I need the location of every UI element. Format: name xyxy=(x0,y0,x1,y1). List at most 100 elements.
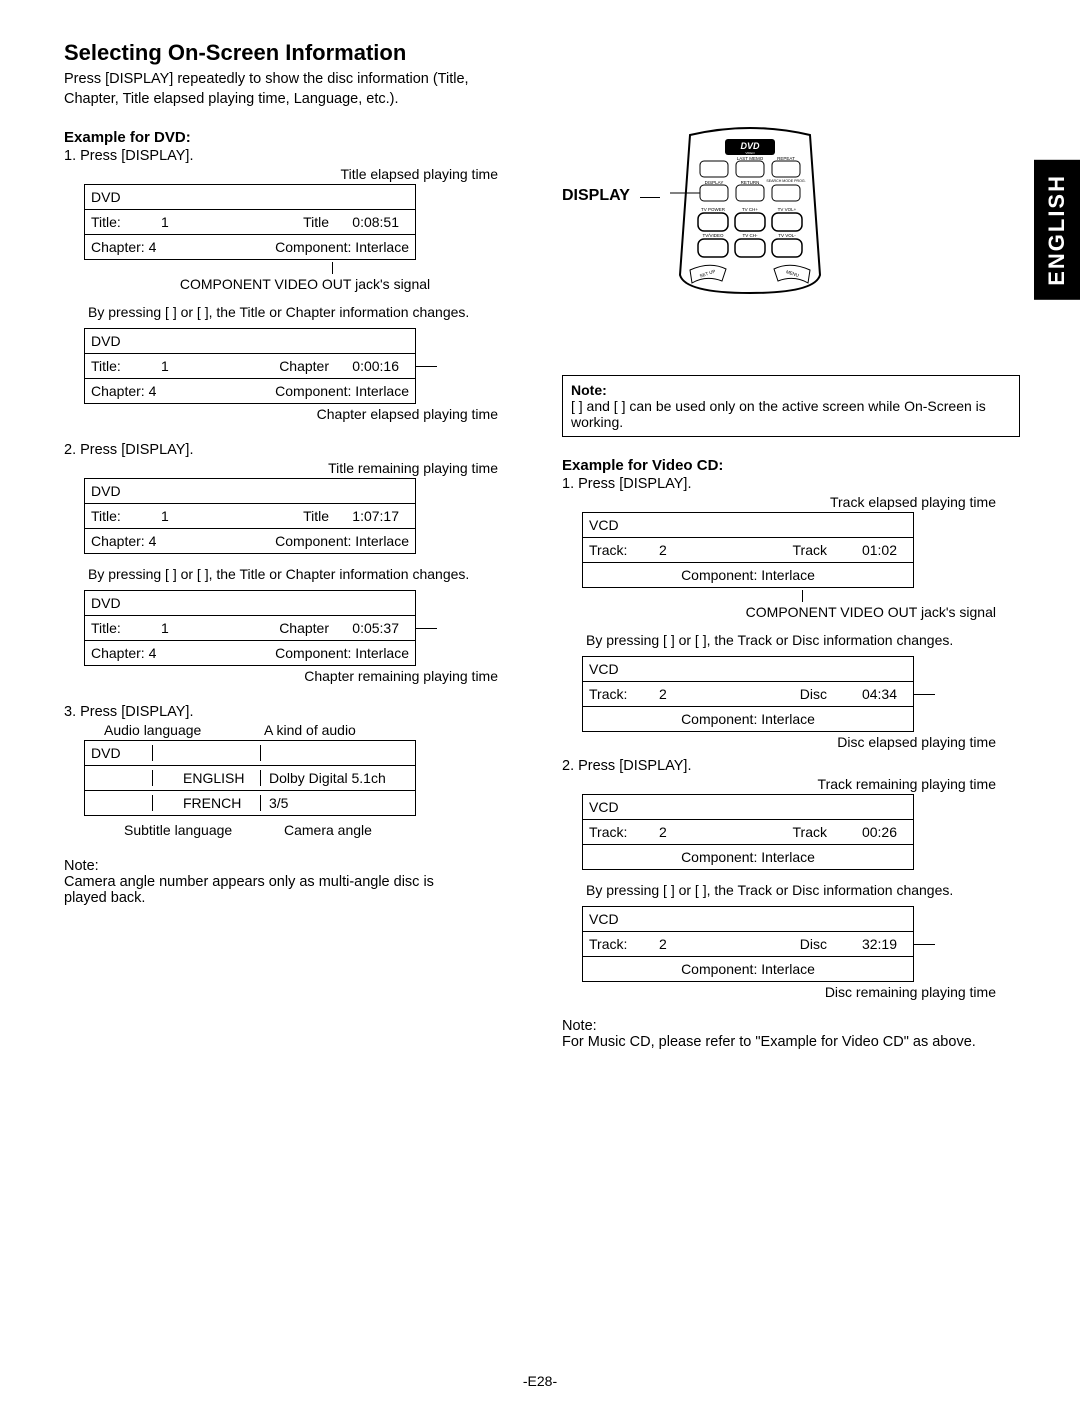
osd-title-label: Title: xyxy=(91,508,161,524)
dvd-osd-4: DVD Title: 1 Chapter 0:05:37 Chapter: 4 … xyxy=(84,590,416,666)
osd-component: Component: Interlace xyxy=(583,844,913,869)
osd-chapter: Chapter: 4 xyxy=(91,533,191,549)
osd-chapter: Chapter: 4 xyxy=(91,383,191,399)
osd-title-label: Title: xyxy=(91,358,161,374)
dvd-osd-5: DVD ENGLISH Dolby Digital 5.1ch FRENCH 3… xyxy=(84,740,416,816)
osd-disc-type: DVD xyxy=(91,483,131,499)
osd-time: 04:34 xyxy=(827,686,907,702)
osd-track-num: 2 xyxy=(659,824,699,840)
dvd-step-1: 1. Press [DISPLAY]. xyxy=(64,148,522,164)
dvd-bypress-2: By pressing [ ] or [ ], the Title or Cha… xyxy=(88,566,522,582)
osd-audio-kind: Dolby Digital 5.1ch xyxy=(260,770,409,786)
svg-text:LAST MEMO: LAST MEMO xyxy=(737,156,764,161)
osd-title-num: 1 xyxy=(161,358,201,374)
vcd-osd-3: VCD Track: 2 Track 00:26 Component: Inte… xyxy=(582,794,914,870)
osd-track-label: Track: xyxy=(589,686,659,702)
osd-component: Component: Interlace xyxy=(191,383,409,399)
note-body: [ ] and [ ] can be used only on the acti… xyxy=(571,398,1011,430)
osd-track-num: 2 xyxy=(659,686,699,702)
svg-text:TV CH+: TV CH+ xyxy=(742,207,759,212)
osd-time: 32:19 xyxy=(827,936,907,952)
osd-time: 01:02 xyxy=(827,542,907,558)
component-signal-label: COMPONENT VIDEO OUT jack's signal xyxy=(64,276,522,292)
osd-disc-type: DVD xyxy=(91,595,131,611)
osd-title-num: 1 xyxy=(161,214,201,230)
remote-illustration: DISPLAY DVD VIDEO LAST MEMO xyxy=(562,125,1020,295)
right-column: DISPLAY DVD VIDEO LAST MEMO xyxy=(562,125,1020,1050)
vcd-bypress-2: By pressing [ ] or [ ], the Track or Dis… xyxy=(586,882,1020,898)
osd-mid: Disc xyxy=(699,936,827,952)
cap-audio-language: Audio language xyxy=(104,722,264,738)
cap-title-elapsed: Title elapsed playing time xyxy=(64,166,498,182)
svg-text:VIDEO: VIDEO xyxy=(745,151,755,155)
dvd-osd-3: DVD Title: 1 Title 1:07:17 Chapter: 4 Co… xyxy=(84,478,416,554)
svg-text:TV POWER: TV POWER xyxy=(701,207,726,212)
svg-text:DVD: DVD xyxy=(740,141,760,151)
remote-icon: DVD VIDEO LAST MEMO REPEAT xyxy=(670,125,830,295)
osd-mid: Title xyxy=(201,214,329,230)
cap-disc-elapsed: Disc elapsed playing time xyxy=(562,734,996,750)
osd-time: 1:07:17 xyxy=(329,508,409,524)
osd-audio-language: ENGLISH xyxy=(153,770,260,786)
language-tab: ENGLISH xyxy=(1034,160,1080,300)
vcd-note-body: For Music CD, please refer to "Example f… xyxy=(562,1034,1020,1050)
svg-text:DISPLAY: DISPLAY xyxy=(705,180,724,185)
vcd-osd-4: VCD Track: 2 Disc 32:19 Component: Inter… xyxy=(582,906,914,982)
vcd-step-2: 2. Press [DISPLAY]. xyxy=(562,758,1020,774)
svg-text:TV VOL+: TV VOL+ xyxy=(778,207,797,212)
cap-chapter-remaining: Chapter remaining playing time xyxy=(64,668,498,684)
osd-disc-type: DVD xyxy=(91,745,153,761)
osd-time: 0:00:16 xyxy=(329,358,409,374)
cap-camera-angle: Camera angle xyxy=(284,822,372,838)
osd-track-label: Track: xyxy=(589,542,659,558)
osd-title-num: 1 xyxy=(161,620,201,636)
osd-chapter: Chapter: 4 xyxy=(91,645,191,661)
osd-disc-type: VCD xyxy=(589,661,629,677)
svg-text:TV VOL-: TV VOL- xyxy=(778,233,796,238)
osd-time: 0:05:37 xyxy=(329,620,409,636)
osd-mid: Chapter xyxy=(201,620,329,636)
dvd-note-body: Camera angle number appears only as mult… xyxy=(64,874,464,906)
osd-time: 00:26 xyxy=(827,824,907,840)
note-title: Note: xyxy=(571,382,1011,398)
manual-page: ENGLISH Selecting On-Screen Information … xyxy=(0,0,1080,1407)
vcd-osd-1: VCD Track: 2 Track 01:02 Component: Inte… xyxy=(582,512,914,588)
svg-text:REPEAT: REPEAT xyxy=(777,156,795,161)
osd-track-num: 2 xyxy=(659,936,699,952)
osd-subtitle-language: FRENCH xyxy=(153,795,260,811)
osd-mid: Track xyxy=(699,542,827,558)
dvd-note-heading: Note: xyxy=(64,858,522,874)
osd-mid: Track xyxy=(699,824,827,840)
cap-track-elapsed: Track elapsed playing time xyxy=(562,494,996,510)
cap-track-remaining: Track remaining playing time xyxy=(562,776,996,792)
cap-disc-remaining: Disc remaining playing time xyxy=(562,984,996,1000)
dvd-osd-1: DVD Title: 1 Title 0:08:51 Chapter: 4 Co… xyxy=(84,184,416,260)
svg-text:TV/VIDEO: TV/VIDEO xyxy=(702,233,724,238)
osd-title-num: 1 xyxy=(161,508,201,524)
osd-component: Component: Interlace xyxy=(191,533,409,549)
dvd-step-3: 3. Press [DISPLAY]. xyxy=(64,704,522,720)
dvd-step-2: 2. Press [DISPLAY]. xyxy=(64,442,522,458)
osd-component: Component: Interlace xyxy=(583,562,913,587)
cap-chapter-elapsed: Chapter elapsed playing time xyxy=(64,406,498,422)
dvd-bypress-1: By pressing [ ] or [ ], the Title or Cha… xyxy=(88,304,522,320)
cap-subtitle-language: Subtitle language xyxy=(124,822,284,838)
osd-track-label: Track: xyxy=(589,936,659,952)
osd-title-label: Title: xyxy=(91,620,161,636)
svg-text:TV CH-: TV CH- xyxy=(742,233,758,238)
osd-disc-type: DVD xyxy=(91,333,131,349)
vcd-osd-2: VCD Track: 2 Disc 04:34 Component: Inter… xyxy=(582,656,914,732)
dvd-osd-2: DVD Title: 1 Chapter 0:00:16 Chapter: 4 … xyxy=(84,328,416,404)
osd-disc-type: DVD xyxy=(91,189,131,205)
cap-title-remaining: Title remaining playing time xyxy=(64,460,498,476)
osd-mid: Title xyxy=(201,508,329,524)
osd-component: Component: Interlace xyxy=(191,645,409,661)
component-signal-label: COMPONENT VIDEO OUT jack's signal xyxy=(562,604,1020,620)
vcd-note-heading: Note: xyxy=(562,1018,1020,1034)
osd-title-label: Title: xyxy=(91,214,161,230)
vcd-bypress-1: By pressing [ ] or [ ], the Track or Dis… xyxy=(586,632,1020,648)
intro-text: Press [DISPLAY] repeatedly to show the d… xyxy=(64,70,474,109)
dvd-column: Example for DVD: 1. Press [DISPLAY]. Tit… xyxy=(64,125,522,1050)
osd-disc-type: VCD xyxy=(589,799,629,815)
cap-audio-kind: A kind of audio xyxy=(264,722,356,738)
